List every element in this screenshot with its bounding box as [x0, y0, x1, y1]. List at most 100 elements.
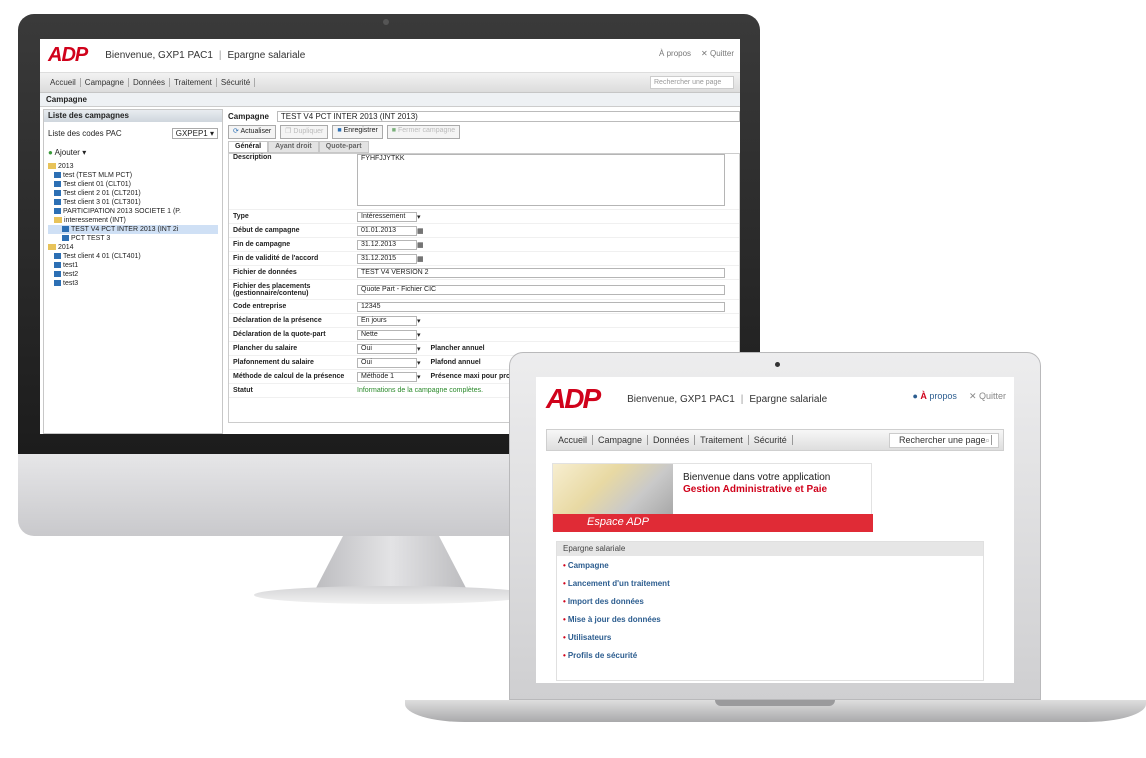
menu-item-utilisateurs[interactable]: • Utilisateurs [557, 628, 983, 646]
tree-item-selected[interactable]: TEST V4 PCT INTER 2013 (INT 2i [48, 225, 218, 234]
presence-row: Déclaration de la présence En jours ▾ [229, 314, 739, 328]
nav-accueil[interactable]: Accueil [553, 435, 594, 445]
campaign-icon [62, 235, 69, 241]
quota-row: Déclaration de la quote-part Nette ▾ [229, 328, 739, 342]
data-file-label: Fichier de données [233, 269, 297, 276]
campaign-icon [54, 280, 61, 286]
add-button[interactable]: ● Ajouter ▾ [44, 145, 222, 160]
menu-title: Epargne salariale [557, 542, 983, 556]
refresh-button[interactable]: ⟳ Actualiser [228, 125, 277, 139]
data-file-row: Fichier de données TEST V4 VERSION 2 [229, 266, 739, 280]
tab-general[interactable]: Général [228, 141, 269, 153]
description-textarea[interactable]: FYHFJJYTKK [357, 154, 725, 206]
validity-date-field[interactable]: 31.12.2015 [357, 253, 417, 264]
nav-securite[interactable]: Sécurité [749, 435, 793, 445]
menu-item-import[interactable]: • Import des données [557, 592, 983, 610]
tree-folder-2013[interactable]: 2013 [48, 162, 218, 171]
welcome-banner: Bienvenue dans votre application Gestion… [552, 463, 873, 532]
module-name: Epargne salariale [227, 50, 306, 61]
placement-file-label: Fichier des placements (gestionnaire/con… [233, 282, 311, 297]
campaign-list-panel: Liste des campagnes Liste des codes PAC … [43, 109, 223, 434]
campaign-icon [54, 271, 61, 277]
nav-securite[interactable]: Sécurité [217, 78, 256, 87]
search-input[interactable]: Rechercher une page [650, 76, 734, 89]
about-link[interactable]: À propos [659, 49, 691, 58]
header-actions: À propos ✕ Quitter [659, 49, 734, 58]
close-campaign-button[interactable]: ■ Fermer campagne [386, 125, 461, 139]
header-actions: ● À propos ✕ Quitter [912, 391, 1006, 402]
bullet-icon: • [563, 615, 566, 624]
floor-label: Plancher du salaire [233, 345, 298, 352]
close-icon: ✕ [968, 391, 979, 401]
quit-link[interactable]: ✕ Quitter [701, 49, 734, 58]
menu-item-lancement[interactable]: • Lancement d'un traitement [557, 574, 983, 592]
tree-item[interactable]: Test client 4 01 (CLT401) [48, 252, 218, 261]
quit-link[interactable]: ✕ Quitter [969, 391, 1006, 402]
campaign-label: Campagne [228, 111, 269, 121]
tree-item[interactable]: Test client 2 01 (CLT201) [48, 189, 218, 198]
tree-item[interactable]: test (TEST MLM PCT) [48, 171, 218, 180]
webcam-icon [775, 362, 780, 367]
close-icon: ✕ [701, 49, 710, 58]
page-title: Campagne [40, 93, 740, 107]
placement-file-select[interactable]: Quote Part - Fichier CIC [357, 284, 725, 295]
company-code-field[interactable]: 12345 [357, 301, 725, 312]
tree-folder-2014[interactable]: 2014 [48, 243, 218, 252]
nav-donnees[interactable]: Données [129, 78, 170, 87]
start-date-field[interactable]: 01.01.2013 [357, 225, 417, 236]
adp-logo: ADP [546, 383, 601, 414]
company-code-label: Code entreprise [233, 303, 287, 310]
app-title: Bienvenue, GXP1 PAC1 | Epargne salariale [627, 393, 828, 405]
start-date-row: Début de campagne 01.01.2013 ▦ [229, 224, 739, 238]
laptop-notch [715, 700, 835, 706]
start-date-label: Début de campagne [233, 227, 300, 234]
tree-folder-interessement[interactable]: interessement (INT) [48, 216, 218, 225]
search-input[interactable]: Rechercher une page ⌕ [889, 433, 999, 448]
nav-accueil[interactable]: Accueil [46, 78, 81, 87]
laptop-bezel: ADP Bienvenue, GXP1 PAC1 | Epargne salaria… [509, 352, 1041, 700]
banner-strip-text: Espace ADP [587, 516, 649, 528]
save-button[interactable]: ■ Enregistrer [332, 125, 383, 139]
chevron-down-icon: ▾ [417, 213, 421, 221]
placement-file-row: Fichier des placements (gestionnaire/con… [229, 280, 739, 300]
campaign-field[interactable]: TEST V4 PCT INTER 2013 (INT 2013) [276, 110, 740, 122]
nav-campagne[interactable]: Campagne [81, 78, 129, 87]
tree-item[interactable]: test2 [48, 270, 218, 279]
data-file-select[interactable]: TEST V4 VERSION 2 [357, 267, 725, 278]
campaign-icon [54, 253, 61, 259]
app-title: Bienvenue, GXP1 PAC1 | Epargne salariale [105, 50, 306, 61]
about-link[interactable]: ● À propos [912, 391, 957, 402]
banner-line1: Bienvenue dans votre application [683, 472, 831, 483]
tree-item[interactable]: Test client 3 01 (CLT301) [48, 198, 218, 207]
form-toolbar: ⟳ Actualiser ❐ Dupliquer ■ Enregistrer ■… [228, 125, 740, 139]
tree-item[interactable]: Test client 01 (CLT01) [48, 180, 218, 189]
nav-traitement[interactable]: Traitement [170, 78, 217, 87]
tree-item[interactable]: test1 [48, 261, 218, 270]
refresh-icon: ⟳ [233, 128, 239, 135]
calendar-icon[interactable]: ▦ [417, 227, 424, 235]
end-date-row: Fin de campagne 31.12.2013 ▦ [229, 238, 739, 252]
type-row: Type Intéressement ▾ [229, 210, 739, 224]
tab-quote-part[interactable]: Quote-part [318, 141, 369, 153]
tree-item[interactable]: PCT TEST 3 [48, 234, 218, 243]
calendar-icon[interactable]: ▦ [417, 255, 424, 263]
type-select[interactable]: Intéressement [357, 211, 417, 222]
floor-annual-label: Plancher annuel [430, 345, 485, 352]
quota-select[interactable]: Nette [357, 329, 417, 340]
menu-item-campagne[interactable]: • Campagne [557, 556, 983, 574]
presence-select[interactable]: En jours [357, 315, 417, 326]
nav-traitement[interactable]: Traitement [695, 435, 749, 445]
duplicate-button[interactable]: ❐ Dupliquer [280, 125, 329, 139]
nav-donnees[interactable]: Données [648, 435, 696, 445]
menu-item-mise-a-jour[interactable]: • Mise à jour des données [557, 610, 983, 628]
tree-item[interactable]: test3 [48, 279, 218, 288]
company-code-row: Code entreprise 12345 [229, 300, 739, 314]
end-date-field[interactable]: 31.12.2013 [357, 239, 417, 250]
tab-ayant-droit[interactable]: Ayant droit [268, 141, 319, 153]
calendar-icon[interactable]: ▦ [417, 241, 424, 249]
pac-select[interactable]: GXPEP1 ▾ [171, 128, 218, 139]
menu-item-profils[interactable]: • Profils de sécurité [557, 646, 983, 664]
app-header: ADP Bienvenue, GXP1 PAC1 | Epargne salaria… [40, 39, 740, 73]
tree-item[interactable]: PARTICIPATION 2013 SOCIETE 1 (P. [48, 207, 218, 216]
nav-campagne[interactable]: Campagne [593, 435, 649, 445]
